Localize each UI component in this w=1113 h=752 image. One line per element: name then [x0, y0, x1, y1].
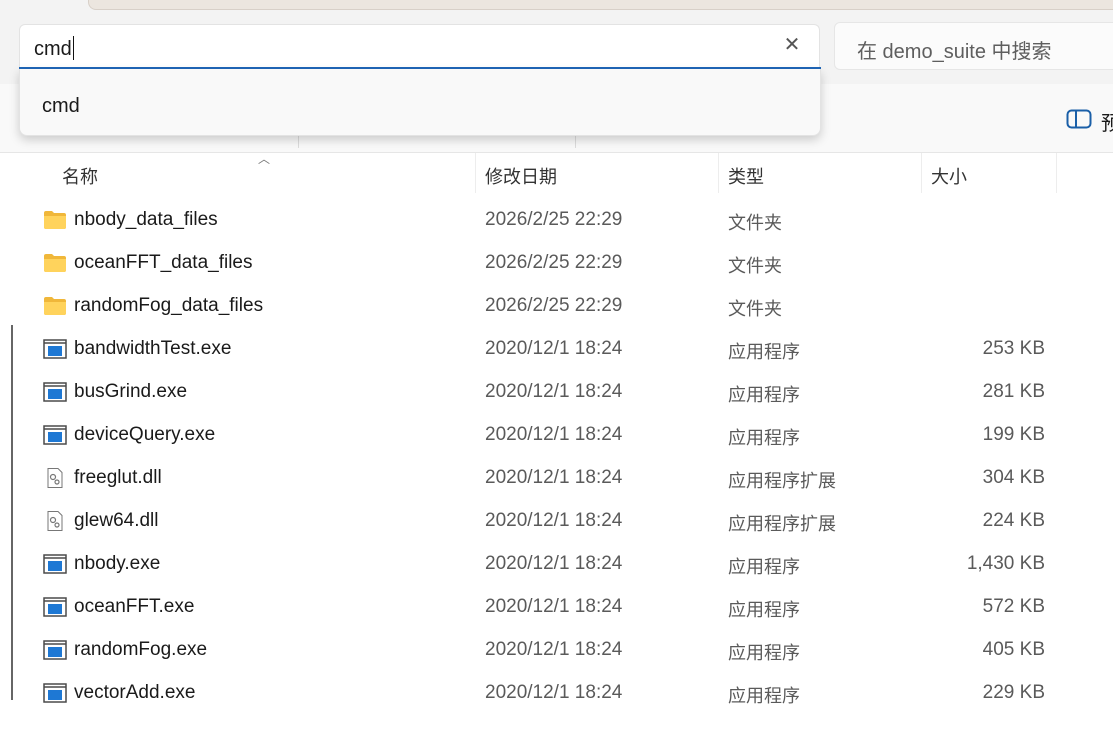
- file-date: 2020/12/1 18:24: [485, 424, 623, 445]
- file-date: 2026/2/25 22:29: [485, 295, 623, 316]
- application-icon: [43, 339, 67, 359]
- file-row[interactable]: vectorAdd.exe 2020/12/1 18:24 应用程序 229 KB: [30, 672, 1060, 715]
- file-name[interactable]: nbody.exe: [74, 553, 160, 575]
- file-size: 405 KB: [982, 639, 1045, 660]
- file-type: 文件夹: [728, 256, 782, 276]
- address-suggestions-dropdown: cmd: [19, 69, 821, 136]
- file-date: 2020/12/1 18:24: [485, 381, 623, 402]
- column-separator[interactable]: [921, 153, 922, 193]
- application-icon: [43, 425, 67, 445]
- file-name[interactable]: oceanFFT_data_files: [74, 252, 253, 274]
- file-date: 2020/12/1 18:24: [485, 682, 623, 703]
- file-name[interactable]: oceanFFT.exe: [74, 596, 194, 618]
- file-row[interactable]: busGrind.exe 2020/12/1 18:24 应用程序 281 KB: [30, 371, 1060, 414]
- address-bar[interactable]: cmd ✕: [19, 24, 820, 68]
- search-placeholder[interactable]: 在 demo_suite 中搜索: [857, 35, 1052, 64]
- address-value: cmd: [34, 38, 72, 60]
- file-date: 2020/12/1 18:24: [485, 553, 623, 574]
- search-box[interactable]: 在 demo_suite 中搜索: [834, 22, 1113, 70]
- suggestion-item[interactable]: cmd: [42, 95, 80, 118]
- column-separator[interactable]: [1056, 153, 1057, 193]
- file-date: 2020/12/1 18:24: [485, 510, 623, 531]
- column-separator[interactable]: [718, 153, 719, 193]
- column-header-name[interactable]: 名称: [62, 163, 98, 189]
- file-type: 应用程序: [728, 643, 800, 663]
- file-row[interactable]: bandwidthTest.exe 2020/12/1 18:24 应用程序 253 …: [30, 328, 1060, 371]
- file-size: 224 KB: [982, 510, 1045, 531]
- file-size: 572 KB: [982, 596, 1045, 617]
- file-row[interactable]: oceanFFT.exe 2020/12/1 18:24 应用程序 572 KB: [30, 586, 1060, 629]
- application-icon: [43, 597, 67, 617]
- file-name[interactable]: busGrind.exe: [74, 381, 187, 403]
- file-name[interactable]: randomFog.exe: [74, 639, 207, 661]
- application-icon: [43, 640, 67, 660]
- application-icon: [43, 554, 67, 574]
- application-icon: [43, 683, 67, 703]
- file-row[interactable]: freeglut.dll 2020/12/1 18:24 应用程序扩展 304 KB: [30, 457, 1060, 500]
- file-date: 2026/2/25 22:29: [485, 252, 623, 273]
- close-icon[interactable]: ✕: [783, 35, 801, 55]
- tab-strip: [88, 0, 1113, 10]
- folder-icon: [43, 253, 67, 273]
- file-type: 文件夹: [728, 299, 782, 319]
- file-type: 应用程序: [728, 686, 800, 706]
- preview-button-label[interactable]: 预: [1101, 107, 1113, 136]
- dll-icon: [43, 511, 67, 531]
- column-header-row: 名称 修改日期 类型 大小: [30, 153, 1060, 193]
- column-separator[interactable]: [475, 153, 476, 193]
- file-date: 2020/12/1 18:24: [485, 467, 623, 488]
- file-date: 2020/12/1 18:24: [485, 338, 623, 359]
- file-size: 304 KB: [982, 467, 1045, 488]
- file-name[interactable]: nbody_data_files: [74, 209, 218, 231]
- file-date: 2020/12/1 18:24: [485, 639, 623, 660]
- file-row[interactable]: randomFog.exe 2020/12/1 18:24 应用程序 405 KB: [30, 629, 1060, 672]
- address-input[interactable]: cmd: [34, 36, 74, 61]
- file-date: 2026/2/25 22:29: [485, 209, 623, 230]
- column-header-size[interactable]: 大小: [931, 163, 967, 189]
- file-type: 文件夹: [728, 213, 782, 233]
- file-size: 1,430 KB: [966, 553, 1045, 574]
- column-header-type[interactable]: 类型: [728, 163, 764, 189]
- file-size: 253 KB: [982, 338, 1045, 359]
- file-row[interactable]: oceanFFT_data_files 2026/2/25 22:29 文件夹: [30, 242, 1060, 285]
- preview-pane-icon[interactable]: [1066, 109, 1092, 129]
- file-type: 应用程序: [728, 557, 800, 577]
- file-type: 应用程序: [728, 342, 800, 362]
- file-name[interactable]: freeglut.dll: [74, 467, 162, 489]
- sort-ascending-icon: ︿: [258, 152, 271, 166]
- folder-icon: [43, 210, 67, 230]
- file-name[interactable]: glew64.dll: [74, 510, 159, 532]
- file-name[interactable]: randomFog_data_files: [74, 295, 263, 317]
- file-name[interactable]: bandwidthTest.exe: [74, 338, 231, 360]
- file-name[interactable]: vectorAdd.exe: [74, 682, 195, 704]
- file-type: 应用程序: [728, 428, 800, 448]
- application-icon: [43, 382, 67, 402]
- file-row[interactable]: randomFog_data_files 2026/2/25 22:29 文件夹: [30, 285, 1060, 328]
- file-row[interactable]: nbody_data_files 2026/2/25 22:29 文件夹: [30, 199, 1060, 242]
- file-name[interactable]: deviceQuery.exe: [74, 424, 215, 446]
- file-type: 应用程序扩展: [728, 514, 836, 534]
- file-date: 2020/12/1 18:24: [485, 596, 623, 617]
- dll-icon: [43, 468, 67, 488]
- file-type: 应用程序: [728, 385, 800, 405]
- column-header-date[interactable]: 修改日期: [485, 163, 557, 189]
- file-type: 应用程序: [728, 600, 800, 620]
- file-row[interactable]: glew64.dll 2020/12/1 18:24 应用程序扩展 224 KB: [30, 500, 1060, 543]
- file-size: 281 KB: [982, 381, 1045, 402]
- pane-divider: [11, 325, 13, 700]
- file-row[interactable]: deviceQuery.exe 2020/12/1 18:24 应用程序 199 KB: [30, 414, 1060, 457]
- file-size: 229 KB: [982, 682, 1045, 703]
- folder-icon: [43, 296, 67, 316]
- text-caret: [72, 36, 74, 60]
- file-size: 199 KB: [982, 424, 1045, 445]
- file-row[interactable]: nbody.exe 2020/12/1 18:24 应用程序 1,430 KB: [30, 543, 1060, 586]
- file-type: 应用程序扩展: [728, 471, 836, 491]
